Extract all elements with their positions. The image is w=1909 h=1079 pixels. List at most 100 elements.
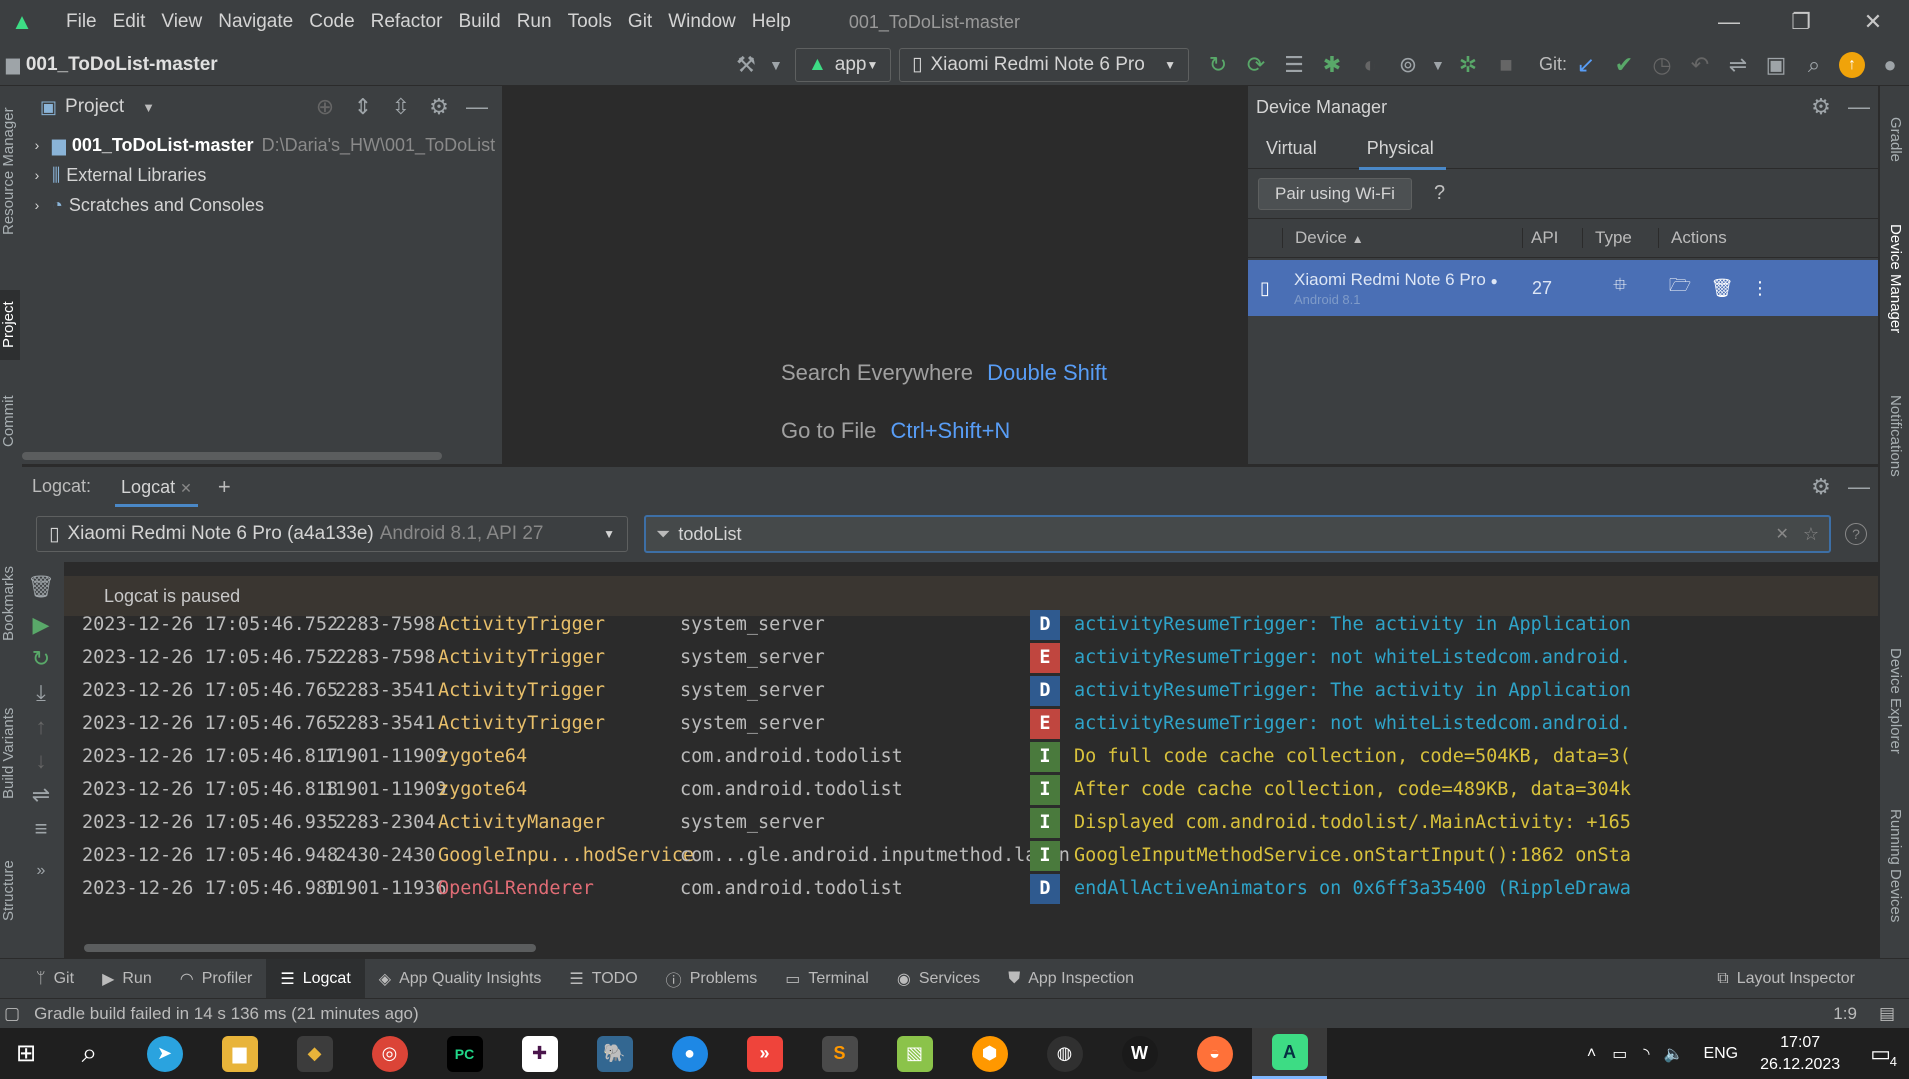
expand-all-icon[interactable]: ⇕	[344, 94, 382, 120]
pycharm-icon[interactable]: PC	[427, 1028, 502, 1079]
commit-tab[interactable]: Commit	[0, 386, 20, 456]
chevron-down-icon[interactable]: ▼	[765, 57, 787, 73]
help-icon[interactable]: ?	[1845, 523, 1867, 545]
telegram-icon[interactable]: ➤	[127, 1028, 202, 1079]
device-explorer-tab[interactable]: Device Explorer	[1884, 631, 1904, 771]
horizontal-scrollbar[interactable]	[22, 452, 442, 460]
device-manager-icon[interactable]: ▣	[1757, 52, 1795, 78]
tab-git[interactable]: ᛘ Git	[0, 959, 88, 999]
anydesk-icon[interactable]: »	[727, 1028, 802, 1079]
postgresql-icon[interactable]: 🐘	[577, 1028, 652, 1079]
notification-center-icon[interactable]: ▭ 4	[1870, 1041, 1897, 1069]
git-history-icon[interactable]: ◷	[1643, 52, 1681, 78]
git-commit-icon[interactable]: ✔	[1605, 52, 1643, 78]
hide-icon[interactable]: —	[1840, 94, 1878, 120]
menu-window[interactable]: Window	[668, 11, 736, 33]
project-name[interactable]: 001_ToDoList-master	[26, 54, 218, 76]
attach-debugger-icon[interactable]: ✲	[1449, 52, 1487, 78]
menu-run[interactable]: Run	[517, 11, 552, 33]
tab-terminal[interactable]: ▭ Terminal	[771, 959, 883, 999]
wrap-icon[interactable]: ⇌	[22, 782, 60, 808]
add-tab-icon[interactable]: +	[218, 474, 231, 500]
tab-virtual[interactable]: Virtual	[1266, 138, 1317, 159]
status-message[interactable]: Gradle build failed in 14 s 136 ms (21 m…	[34, 1004, 419, 1024]
obs-icon[interactable]: ◍	[1027, 1028, 1102, 1079]
hide-icon[interactable]: —	[1840, 474, 1878, 500]
close-icon[interactable]: ✕	[180, 480, 192, 496]
device-manager-tab[interactable]: Device Manager	[1884, 204, 1904, 354]
menu-help[interactable]: Help	[752, 11, 791, 33]
chevron-right-icon[interactable]: ›	[22, 167, 52, 183]
chevron-down-icon[interactable]: ▼	[1427, 57, 1449, 73]
column-type[interactable]: Type	[1582, 228, 1658, 248]
tab-logcat-bottom[interactable]: ☰ Logcat	[266, 958, 365, 999]
photo-editor-icon[interactable]: ▧	[877, 1028, 952, 1079]
tab-todo[interactable]: ☰ TODO	[555, 959, 651, 999]
minimize-button[interactable]: —	[1693, 9, 1765, 35]
status-toggle-icon[interactable]: ▢	[4, 1004, 20, 1024]
log-row[interactable]: 2023-12-26 17:05:46.817 11901-11909 zygote…	[82, 740, 1878, 773]
log-row[interactable]: 2023-12-26 17:05:46.818 11901-11909 zygote…	[82, 773, 1878, 806]
account-icon[interactable]: ●	[1871, 52, 1909, 78]
gear-icon[interactable]: ⚙	[420, 94, 458, 120]
maps-icon[interactable]: ●	[652, 1028, 727, 1079]
update-icon[interactable]: ↑	[1839, 51, 1865, 78]
menu-navigate[interactable]: Navigate	[218, 11, 293, 33]
menu-refactor[interactable]: Refactor	[371, 11, 443, 33]
windows-start-icon[interactable]: ⊞	[0, 1028, 52, 1079]
debug-icon[interactable]: ✱	[1313, 52, 1351, 78]
star-icon[interactable]: ☆	[1803, 524, 1819, 545]
file-explorer-icon[interactable]: ▆	[202, 1028, 277, 1079]
device-select[interactable]: ▯ Xiaomi Redmi Note 6 Pro ▼	[898, 47, 1189, 82]
notifications-tab[interactable]: Notifications	[1884, 376, 1904, 496]
battery-icon[interactable]: ▭	[1612, 1044, 1627, 1064]
log-row[interactable]: 2023-12-26 17:05:46.765 2283-3541 Activit…	[82, 674, 1878, 707]
resource-manager-tab[interactable]: Resource Manager	[0, 96, 20, 246]
more-icon[interactable]: ⋮	[1742, 278, 1778, 299]
column-api[interactable]: API	[1522, 228, 1582, 248]
log-row[interactable]: 2023-12-26 17:05:46.935 2283-2304 Activit…	[82, 806, 1878, 839]
restart-icon[interactable]: ↻	[22, 646, 60, 672]
format-icon[interactable]: ≡	[22, 816, 60, 842]
rerun-icon[interactable]: ↻	[1199, 52, 1237, 78]
more-icon[interactable]: »	[22, 862, 60, 880]
git-tool-icon[interactable]: ◆	[277, 1028, 352, 1079]
wifi-icon[interactable]: ◝	[1643, 1044, 1649, 1064]
search-icon[interactable]: ⌕	[52, 1028, 127, 1079]
tab-services[interactable]: ◉ Services	[883, 959, 994, 999]
tree-item-project-root[interactable]: › ▆ 001_ToDoList-master D:\Daria's_HW\00…	[22, 130, 502, 160]
language-indicator[interactable]: ENG	[1703, 1045, 1738, 1063]
running-devices-tab[interactable]: Running Devices	[1884, 786, 1904, 946]
clock[interactable]: 17:07 26.12.2023	[1760, 1032, 1840, 1076]
scroll-end-icon[interactable]: ⤓	[22, 680, 60, 706]
trash-icon[interactable]: 🗑	[22, 574, 60, 600]
hide-icon[interactable]: —	[458, 94, 496, 120]
webstorm-icon[interactable]: W	[1102, 1028, 1177, 1079]
bookmarks-tab[interactable]: Bookmarks	[0, 556, 20, 651]
menu-build[interactable]: Build	[458, 11, 500, 33]
menu-git[interactable]: Git	[628, 11, 652, 33]
menu-file[interactable]: File	[66, 11, 97, 33]
log-row[interactable]: 2023-12-26 17:05:46.752 2283-7598 Activit…	[82, 641, 1878, 674]
log-row[interactable]: 2023-12-26 17:05:46.948 2430-2430 GoogleI…	[82, 839, 1878, 872]
project-tab[interactable]: Project	[0, 290, 20, 360]
stack-icon[interactable]: ☰	[1275, 52, 1313, 78]
tree-item-scratches[interactable]: › ◔ Scratches and Consoles	[22, 190, 502, 220]
chevron-right-icon[interactable]: ›	[22, 197, 52, 213]
restore-button[interactable]: ❐	[1765, 9, 1837, 35]
profile-icon[interactable]: ⊚	[1389, 52, 1427, 78]
device-row[interactable]: ▯ Xiaomi Redmi Note 6 Pro ● Android 8.1 …	[1248, 260, 1878, 316]
sublime-icon[interactable]: S	[802, 1028, 877, 1079]
android-studio-icon[interactable]: A	[1252, 1028, 1327, 1079]
logcat-filter-input[interactable]: ⏷ todoList ✕ ☆	[644, 515, 1831, 553]
menu-view[interactable]: View	[161, 11, 202, 33]
close-button[interactable]: ✕	[1837, 9, 1909, 35]
chevron-right-icon[interactable]: ›	[22, 137, 52, 153]
log-row[interactable]: 2023-12-26 17:05:46.980 11901-11936 OpenGL…	[82, 872, 1878, 905]
gear-icon[interactable]: ⚙	[1802, 94, 1840, 120]
gear-icon[interactable]: ⚙	[1802, 474, 1840, 500]
vpn-icon[interactable]: ⬢	[952, 1028, 1027, 1079]
run-config-select[interactable]: ▲ app ▼	[794, 47, 891, 82]
logcat-device-select[interactable]: ▯ Xiaomi Redmi Note 6 Pro (a4a133e) Andr…	[36, 516, 628, 552]
open-folder-icon[interactable]: 🗁	[1658, 273, 1702, 303]
